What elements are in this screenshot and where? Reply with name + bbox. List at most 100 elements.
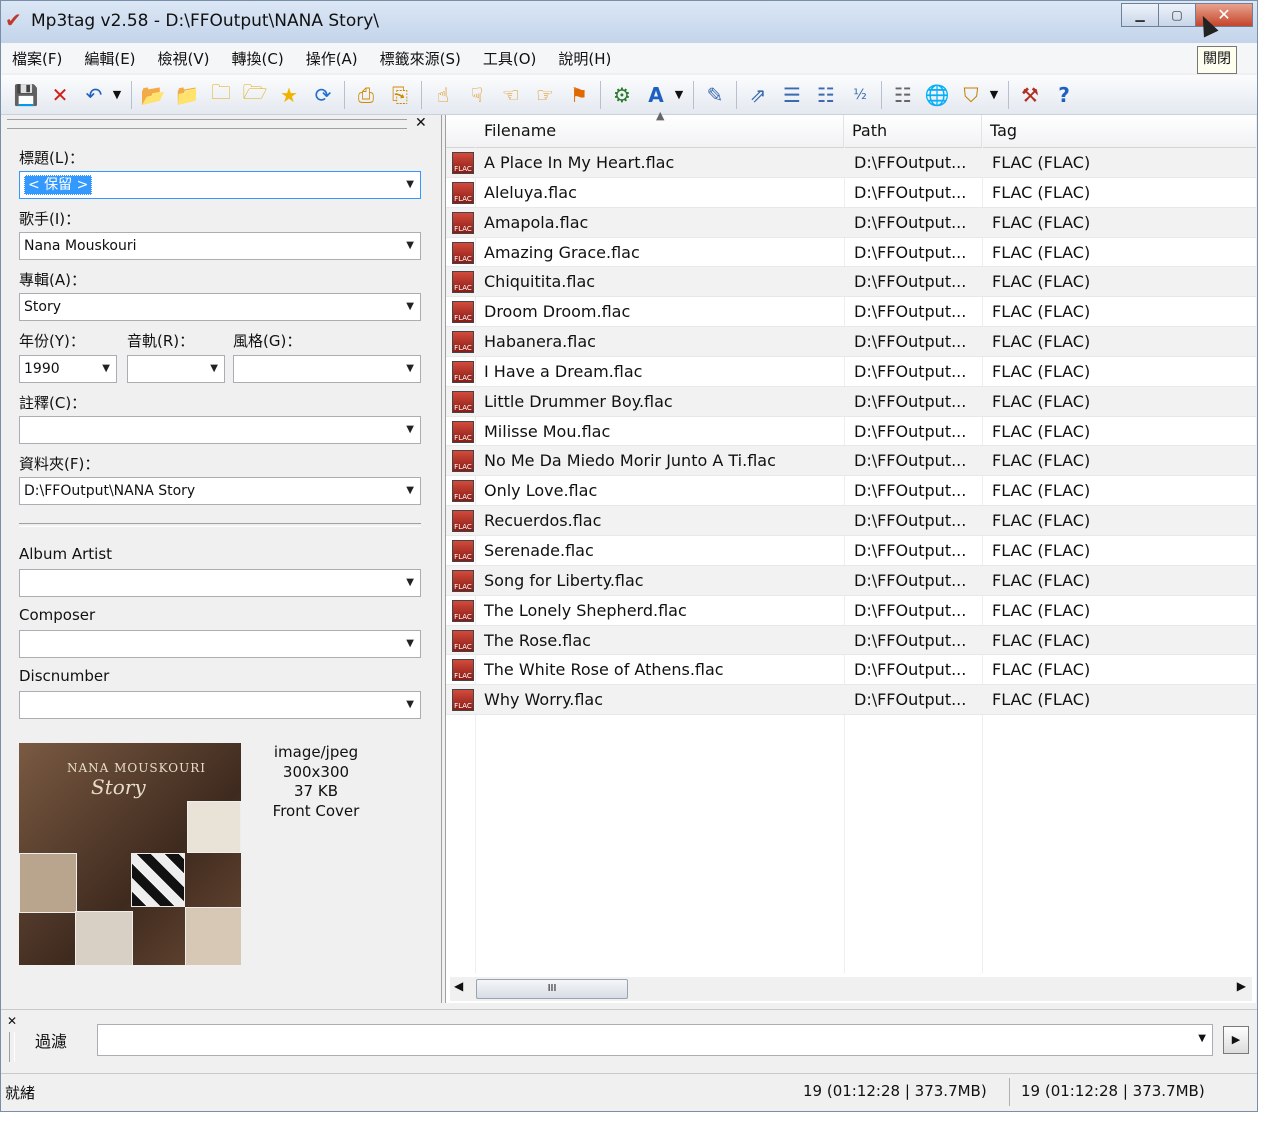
- filter-bar: ✕ 過濾 ▼ ▶: [1, 1009, 1257, 1068]
- chevron-down-icon[interactable]: ▼: [406, 356, 414, 382]
- artist-field[interactable]: Nana Mouskouri ▼: [19, 232, 421, 260]
- table-row[interactable]: FLAC Amazing Grace.flac D:\FFOutput... FLAC…: [446, 238, 1256, 268]
- freedb-icon[interactable]: ☷: [888, 80, 918, 110]
- table-row[interactable]: FLAC Little Drummer Boy.flac D:\FFOutput..…: [446, 386, 1256, 417]
- menu-convert[interactable]: 轉換(C): [221, 48, 295, 69]
- options-icon[interactable]: ⚒: [1015, 80, 1045, 110]
- autonumber-icon[interactable]: ½: [845, 80, 875, 110]
- cover-art[interactable]: NANA MOUSKOURI Story: [19, 743, 241, 965]
- filename-filename-icon[interactable]: ☜: [496, 80, 526, 110]
- maximize-button[interactable]: ▢: [1158, 3, 1196, 27]
- scroll-thumb[interactable]: III: [476, 979, 628, 999]
- add-directory-icon[interactable]: 📁: [172, 80, 202, 110]
- album-artist-field[interactable]: ▼: [19, 569, 421, 597]
- tag-sources-icon[interactable]: ⛉: [956, 80, 986, 110]
- menu-edit[interactable]: 編輯(E): [73, 48, 146, 69]
- column-path[interactable]: Path: [844, 115, 982, 147]
- chevron-down-icon[interactable]: ▼: [406, 631, 414, 657]
- chevron-down-icon[interactable]: ▼: [406, 478, 414, 504]
- discnumber-label: Discnumber: [19, 667, 110, 685]
- table-row[interactable]: FLAC The White Rose of Athens.flac D:\FFOu…: [446, 655, 1256, 686]
- directory-field[interactable]: D:\FFOutput\NANA Story ▼: [19, 477, 421, 505]
- extended-tags-icon[interactable]: ✎: [700, 80, 730, 110]
- year-field[interactable]: 1990 ▼: [19, 355, 117, 383]
- menu-view[interactable]: 檢視(V): [147, 48, 221, 69]
- actions-icon[interactable]: ⚙: [607, 80, 637, 110]
- actions-quick-icon[interactable]: A: [641, 80, 671, 110]
- table-row[interactable]: FLAC Why Worry.flac D:\FFOutput... FLAC (FL…: [446, 685, 1256, 716]
- menu-tools[interactable]: 工具(O): [472, 48, 548, 69]
- chevron-down-icon[interactable]: ▼: [1198, 1033, 1206, 1044]
- folder-open-icon[interactable]: 🗀: [206, 80, 236, 110]
- folder-refresh-icon[interactable]: 🗁: [240, 80, 270, 110]
- album-field[interactable]: Story ▼: [19, 293, 421, 321]
- chevron-down-icon[interactable]: ▼: [406, 692, 414, 718]
- delete-icon[interactable]: ✕: [45, 80, 75, 110]
- discnumber-field[interactable]: ▼: [19, 691, 421, 719]
- tag-panel-grip[interactable]: [7, 119, 407, 129]
- horizontal-scrollbar[interactable]: ◀ III ▶: [450, 977, 1252, 1001]
- help-icon[interactable]: ?: [1049, 80, 1079, 110]
- playlist-selected-icon[interactable]: ☷: [811, 80, 841, 110]
- composer-field[interactable]: ▼: [19, 630, 421, 658]
- chevron-down-icon[interactable]: ▼: [406, 417, 414, 443]
- filter-input[interactable]: ▼: [97, 1024, 1213, 1056]
- filter-grip[interactable]: [9, 1032, 15, 1062]
- chevron-down-icon[interactable]: ▼: [406, 233, 414, 259]
- chevron-down-icon[interactable]: ▼: [406, 570, 414, 596]
- table-row[interactable]: FLAC Song for Liberty.flac D:\FFOutput... F…: [446, 565, 1256, 596]
- dropdown-arrow-icon[interactable]: ▼: [671, 80, 687, 110]
- dropdown-arrow-icon[interactable]: ▼: [986, 80, 1002, 110]
- table-row[interactable]: FLAC A Place In My Heart.flac D:\FFOutput.…: [446, 148, 1256, 178]
- minimize-button[interactable]: ▁: [1121, 3, 1159, 27]
- menu-tag-sources[interactable]: 標籤來源(S): [369, 48, 472, 69]
- table-row[interactable]: FLAC The Rose.flac D:\FFOutput... FLAC (FLA…: [446, 625, 1256, 656]
- save-icon[interactable]: 💾: [11, 80, 41, 110]
- table-row[interactable]: FLAC Droom Droom.flac D:\FFOutput... FLAC (…: [446, 297, 1256, 328]
- refresh-icon[interactable]: ⟳: [308, 80, 338, 110]
- table-row[interactable]: FLAC Only Love.flac D:\FFOutput... FLAC (FL…: [446, 476, 1256, 507]
- genre-field[interactable]: ▼: [233, 355, 421, 383]
- table-row[interactable]: FLAC I Have a Dream.flac D:\FFOutput... FLA…: [446, 357, 1256, 387]
- favorites-star-icon[interactable]: ★: [274, 80, 304, 110]
- select-rows-icon[interactable]: ⎘: [385, 80, 415, 110]
- chevron-down-icon[interactable]: ▼: [406, 294, 414, 320]
- table-row[interactable]: FLAC No Me Da Miedo Morir Junto A Ti.flac…: [446, 446, 1256, 477]
- table-row[interactable]: FLAC Milisse Mou.flac D:\FFOutput... FLAC (…: [446, 417, 1256, 447]
- table-row[interactable]: FLAC The Lonely Shepherd.flac D:\FFOutput.…: [446, 596, 1256, 626]
- table-row[interactable]: FLAC Amapola.flac D:\FFOutput... FLAC (FLAC…: [446, 207, 1256, 238]
- tag-filename-icon[interactable]: ☝: [428, 80, 458, 110]
- scroll-right-icon[interactable]: ▶: [1237, 979, 1246, 993]
- comment-field[interactable]: ▼: [19, 416, 421, 444]
- table-row[interactable]: FLAC Recuerdos.flac D:\FFOutput... FLAC (FL…: [446, 506, 1256, 536]
- dropdown-arrow-icon[interactable]: ▼: [109, 80, 125, 110]
- chevron-down-icon[interactable]: ▼: [406, 172, 414, 198]
- column-tag[interactable]: Tag: [982, 115, 1256, 147]
- tag-tag-icon[interactable]: ⚑: [564, 80, 594, 110]
- close-filter-icon[interactable]: ✕: [7, 1014, 17, 1028]
- table-row[interactable]: FLAC Aleluya.flac D:\FFOutput... FLAC (FLAC…: [446, 178, 1256, 208]
- select-all-icon[interactable]: ⎙: [351, 80, 381, 110]
- table-row[interactable]: FLAC Habanera.flac D:\FFOutput... FLAC (FLA…: [446, 327, 1256, 357]
- cell-path: D:\FFOutput...: [854, 481, 967, 501]
- chevron-down-icon[interactable]: ▼: [102, 356, 110, 382]
- text-file-tag-icon[interactable]: ☞: [530, 80, 560, 110]
- menu-actions[interactable]: 操作(A): [295, 48, 369, 69]
- chevron-down-icon[interactable]: ▼: [210, 356, 218, 382]
- close-panel-icon[interactable]: ✕: [415, 115, 427, 131]
- cell-tag: FLAC (FLAC): [992, 332, 1091, 352]
- table-row[interactable]: FLAC Serenade.flac D:\FFOutput... FLAC (FLA…: [446, 536, 1256, 566]
- undo-icon[interactable]: ↶: [79, 80, 109, 110]
- title-field[interactable]: < 保留 > ▼: [19, 171, 421, 199]
- table-row[interactable]: FLAC Chiquitita.flac D:\FFOutput... FLAC (F…: [446, 267, 1256, 298]
- export-icon[interactable]: ⇗: [743, 80, 773, 110]
- track-field[interactable]: ▼: [127, 355, 225, 383]
- filter-apply-button[interactable]: ▶: [1223, 1026, 1249, 1054]
- menu-help[interactable]: 說明(H): [547, 48, 622, 69]
- playlist-icon[interactable]: ☰: [777, 80, 807, 110]
- menu-file[interactable]: 檔案(F): [1, 48, 73, 69]
- filename-tag-icon[interactable]: ☟: [462, 80, 492, 110]
- web-sources-icon[interactable]: 🌐: [922, 80, 952, 110]
- scroll-left-icon[interactable]: ◀: [454, 979, 463, 993]
- change-directory-icon[interactable]: 📂: [138, 80, 168, 110]
